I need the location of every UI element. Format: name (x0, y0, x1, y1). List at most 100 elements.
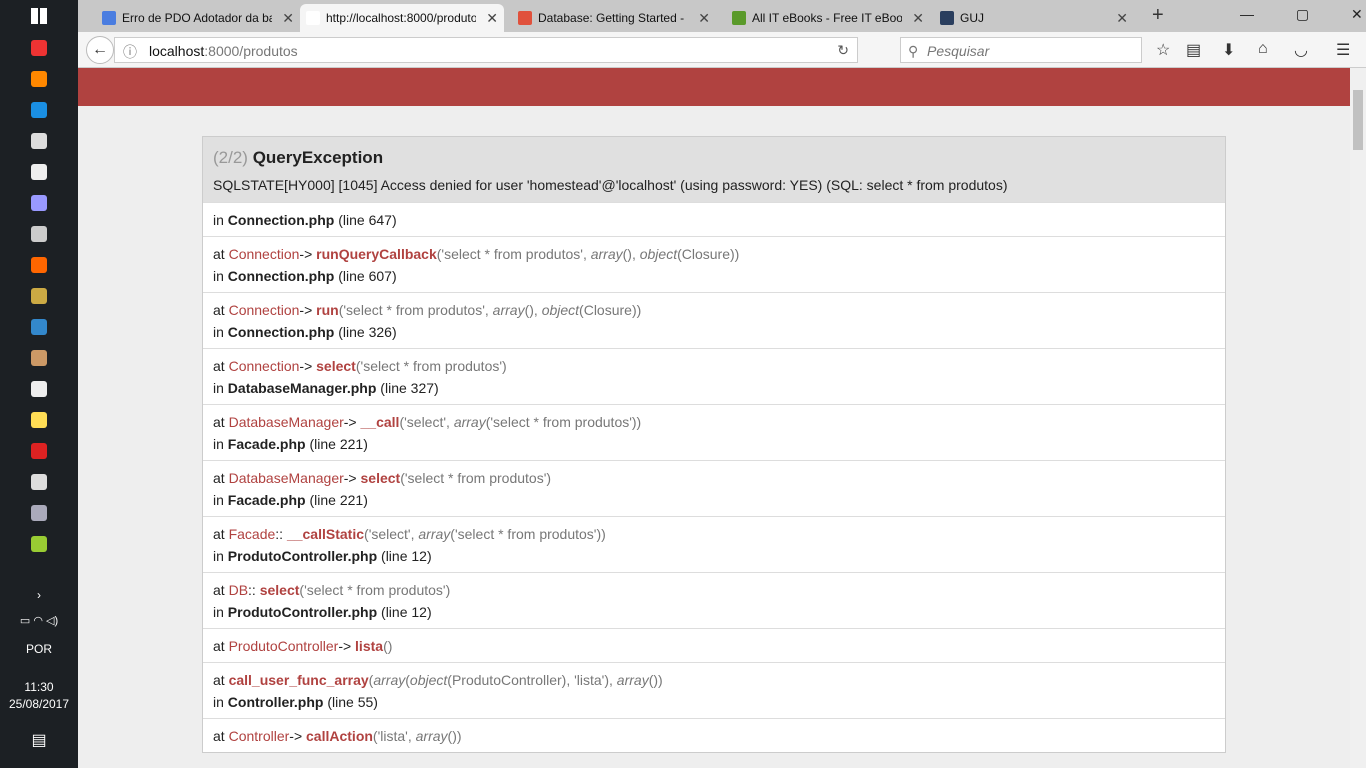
trace-line: 55 (357, 694, 374, 710)
tab-title: Database: Getting Started - L (538, 11, 688, 25)
pocket-icon[interactable]: ◡ (1294, 40, 1308, 60)
tab-favicon-icon (102, 11, 116, 25)
exception-box: (2/2) QueryException SQLSTATE[HY000] [10… (202, 136, 1226, 753)
trace-line: 221 (339, 436, 364, 452)
trace-class: Connection (228, 246, 300, 262)
scrollbar-thumb[interactable] (1353, 90, 1363, 150)
tab[interactable]: Erro de PDO Adotador da ba ✕ (96, 4, 300, 32)
tab-close-icon[interactable]: ✕ (1116, 10, 1128, 27)
language-indicator[interactable]: POR (0, 642, 78, 656)
window-controls[interactable]: — ▢ ✕ (1240, 6, 1363, 23)
tab-close-icon[interactable]: ✕ (486, 10, 498, 27)
page-content: (2/2) QueryException SQLSTATE[HY000] [10… (78, 68, 1350, 768)
trace-method: lista (355, 638, 384, 654)
trace-class: Controller (228, 728, 290, 744)
trace-class: DatabaseManager (228, 414, 344, 430)
tab-title: Erro de PDO Adotador da ba (122, 11, 272, 25)
taskbar-app-icon[interactable] (31, 102, 47, 118)
bookmark-star-icon[interactable]: ☆ (1156, 40, 1170, 60)
tab-strip: Erro de PDO Adotador da ba ✕ http://localh… (78, 0, 1366, 32)
taskbar-app-icon[interactable] (31, 443, 47, 459)
tab-close-icon[interactable]: ✕ (282, 10, 294, 27)
taskbar-app-icon[interactable] (31, 226, 47, 242)
trace-file: Connection.php (227, 324, 335, 340)
clock-time[interactable]: 11:30 (0, 680, 78, 694)
trace-row: at Connection-> select('select * from pr… (203, 348, 1225, 404)
trace-method: run (316, 302, 339, 318)
taskbar-app-icon[interactable] (31, 288, 47, 304)
taskbar-app-icon[interactable] (31, 350, 47, 366)
home-icon[interactable]: ⌂ (1258, 40, 1268, 58)
exception-header: (2/2) QueryException SQLSTATE[HY000] [10… (203, 137, 1225, 202)
address-bar[interactable]: ⓘ localhost:8000/produtos ↻ (114, 37, 858, 63)
trace-method: call_user_func_array (228, 672, 369, 688)
taskbar-app-icon[interactable] (31, 257, 47, 273)
taskbar-app-icon[interactable] (31, 319, 47, 335)
trace-args: ('select * from produtos') (299, 582, 451, 598)
trace-class: ProdutoController (228, 638, 339, 654)
taskbar-app-icon[interactable] (31, 536, 47, 552)
taskbar-app-icon[interactable] (31, 381, 47, 397)
reload-icon[interactable]: ↻ (837, 42, 849, 59)
url-host: localhost (149, 43, 205, 59)
taskbar-app-icon[interactable] (31, 71, 47, 87)
trace-file: Connection.php (227, 268, 335, 284)
taskbar-app-icon[interactable] (31, 164, 47, 180)
trace-class: Facade (228, 526, 276, 542)
site-info-icon[interactable]: ⓘ (123, 42, 137, 62)
trace-row: at Connection-> run('select * from produ… (203, 292, 1225, 348)
trace-line: 607 (368, 268, 392, 284)
tab-close-icon[interactable]: ✕ (912, 10, 924, 27)
trace-args: ('select', array('select * from produtos… (399, 414, 642, 430)
taskbar-app-icon[interactable] (31, 133, 47, 149)
taskbar-app-icon[interactable] (31, 195, 47, 211)
trace-file: Facade.php (227, 492, 306, 508)
taskbar-app-icon[interactable] (31, 40, 47, 56)
tray-icons[interactable]: ▭ ◠ ◁) (0, 614, 78, 627)
clock-date[interactable]: 25/08/2017 (0, 697, 78, 711)
trace-row: at Controller-> callAction('lista', arra… (203, 718, 1225, 752)
exception-title: (2/2) QueryException (213, 148, 1215, 168)
new-tab-button[interactable]: + (1152, 4, 1164, 27)
trace-row: at DatabaseManager-> select('select * fr… (203, 460, 1225, 516)
search-input[interactable]: ⚲ Pesquisar (900, 37, 1142, 63)
reading-list-icon[interactable]: ▤ (1186, 40, 1201, 60)
exception-counter: (2/2) (213, 148, 248, 167)
exception-type: QueryException (252, 148, 384, 167)
trace-method: select (360, 470, 401, 486)
trace-args: (array(object(ProdutoController), 'lista… (368, 672, 663, 688)
notifications-icon[interactable]: ▤ (0, 730, 78, 750)
taskbar-app-icon[interactable] (31, 474, 47, 490)
back-button[interactable]: ← (86, 36, 114, 64)
trace-args: ('select', array('select * from produtos… (364, 526, 606, 542)
tray-chevron-icon[interactable]: › (0, 588, 78, 602)
trace-method: select (316, 358, 356, 374)
menu-icon[interactable]: ☰ (1336, 40, 1350, 60)
taskbar-app-icon[interactable] (31, 505, 47, 521)
taskbar-app-icon[interactable] (31, 412, 47, 428)
exception-message: SQLSTATE[HY000] [1045] Access denied for… (213, 177, 1008, 193)
trace-line: 221 (339, 492, 364, 508)
downloads-icon[interactable]: ⬇ (1222, 40, 1235, 60)
trace-file: Connection.php (227, 212, 335, 228)
tab[interactable]: Database: Getting Started - L ✕ (512, 4, 716, 32)
trace-line: 327 (410, 380, 435, 396)
tab[interactable]: All IT eBooks - Free IT eBook ✕ (726, 4, 930, 32)
trace-args: ('lista', array()) (372, 728, 462, 744)
start-button[interactable] (31, 8, 47, 24)
trace-line: 647 (368, 212, 392, 228)
scrollbar[interactable] (1350, 68, 1366, 768)
tab[interactable]: GUJ ✕ (934, 4, 1134, 32)
tab-favicon-icon (940, 11, 954, 25)
trace-line: 12 (411, 604, 427, 620)
tab-favicon-icon (518, 11, 532, 25)
navigation-bar: ← ⓘ localhost:8000/produtos ↻ ⚲ Pesquisar… (78, 32, 1366, 68)
tab-close-icon[interactable]: ✕ (698, 10, 710, 27)
trace-row: at DatabaseManager-> __call('select', ar… (203, 404, 1225, 460)
trace-class: DB (228, 582, 249, 598)
search-placeholder: Pesquisar (927, 43, 990, 59)
tab-title: GUJ (960, 11, 984, 25)
trace-class: Connection (228, 358, 300, 374)
tab[interactable]: http://localhost:8000/produtos ✕ (300, 4, 504, 32)
trace-row: at Facade:: __callStatic('select', array… (203, 516, 1225, 572)
